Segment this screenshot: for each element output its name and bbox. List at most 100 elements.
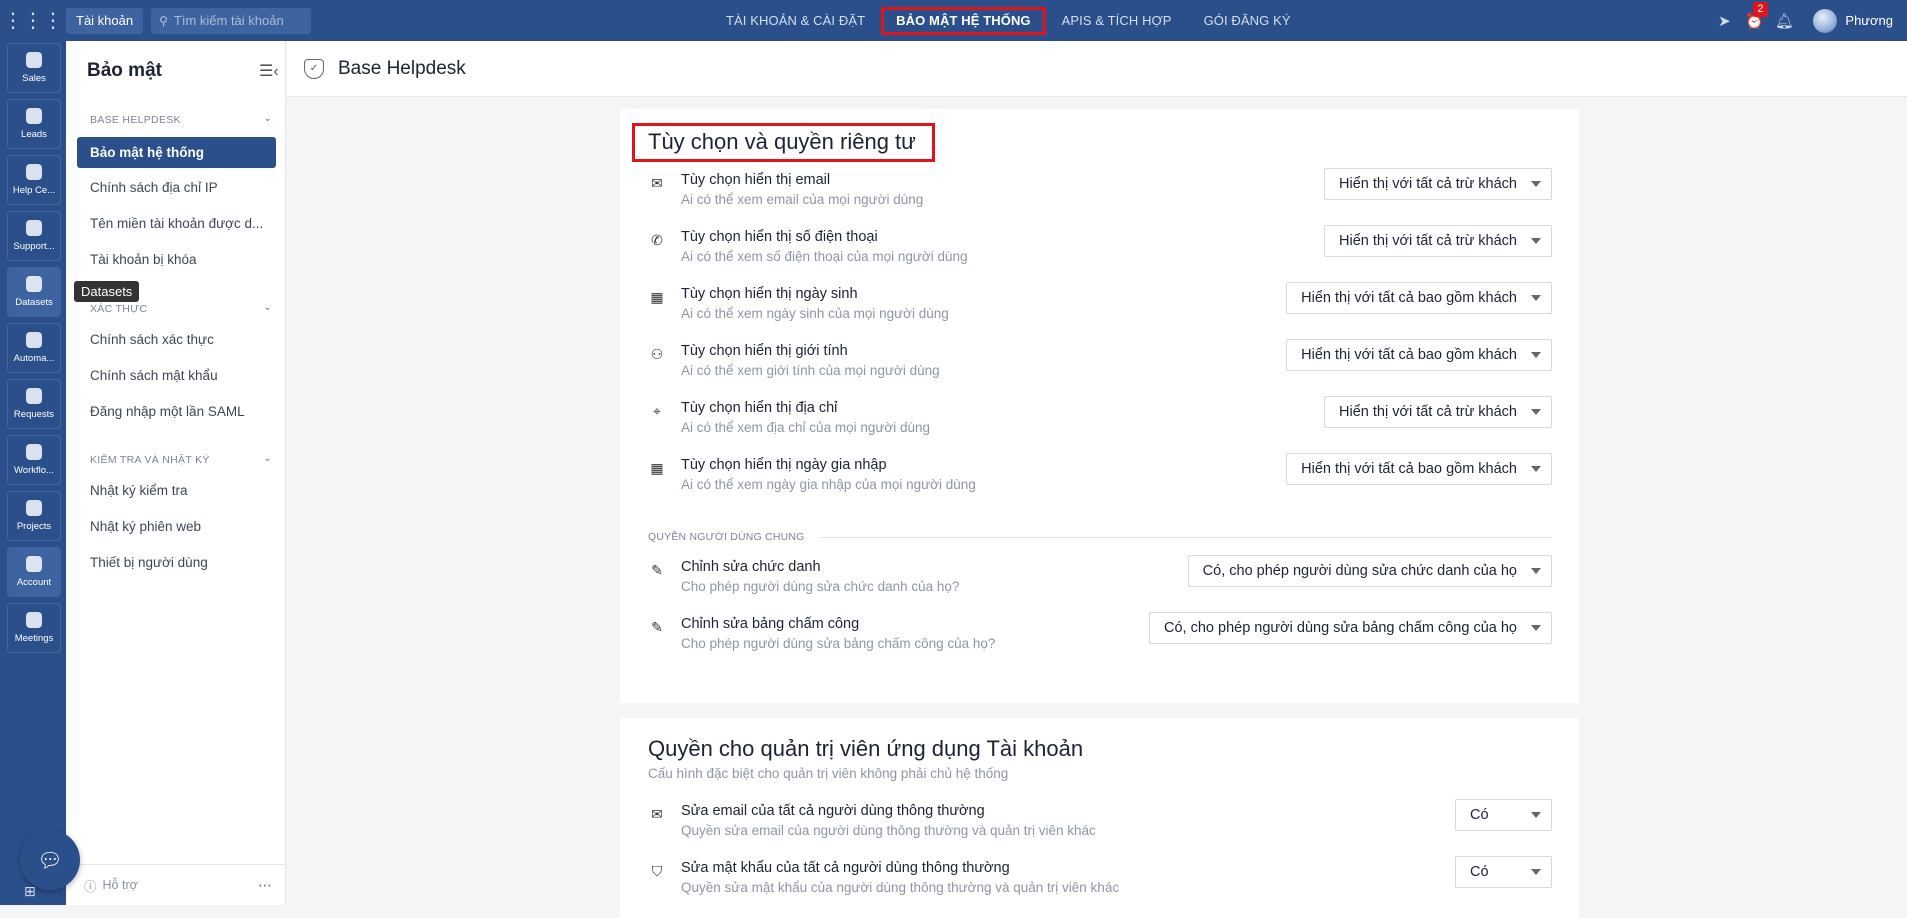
setting-desc: Ai có thể xem email của mọi người dùng: [681, 192, 924, 207]
rail-item-datasets[interactable]: Datasets: [7, 267, 61, 317]
meetings-icon: [26, 612, 42, 628]
setting-label: Chỉnh sửa bảng chấm công: [681, 616, 860, 632]
section-base-helpdesk[interactable]: BASE HELPDESK ⌄: [90, 113, 272, 126]
chevron-down-icon: [1531, 238, 1541, 244]
collapse-sidebar-icon[interactable]: ☰‹: [259, 61, 279, 81]
rail-item-projects[interactable]: Projects: [7, 491, 61, 541]
user-name[interactable]: Phương: [1845, 13, 1893, 28]
rail-item-automation[interactable]: Automa...: [7, 323, 61, 373]
sidebar-item-locked-accounts[interactable]: Tài khoản bị khóa: [77, 244, 276, 275]
rail-label: Leads: [21, 129, 47, 140]
setting-label: Tùy chọn hiển thị email: [681, 172, 831, 188]
support-link[interactable]: Hỗ trợ: [103, 878, 138, 892]
sidebar-item-account-domain[interactable]: Tên miền tài khoản được d...: [77, 208, 276, 239]
workflow-icon: [26, 444, 42, 460]
security-sidebar: Bảo mật ☰‹ BASE HELPDESK ⌄ Bảo mật hệ thố…: [66, 41, 286, 905]
tab-account-settings[interactable]: TÀI KHOẢN & CÀI ĐẶT: [710, 7, 881, 35]
edit-password-select[interactable]: Có: [1455, 856, 1552, 888]
top-right-actions: ➤ ⏰ 2 🔔︎ Phương: [1709, 0, 1907, 41]
rail-label: Meetings: [14, 633, 54, 644]
sidebar-item-ip-policy[interactable]: Chính sách địa chỉ IP: [77, 172, 276, 203]
chevron-down-icon: ⌄: [263, 453, 272, 464]
email-visibility-select[interactable]: Hiển thị với tất cả trừ khách: [1324, 168, 1552, 200]
sidebar-item-password-policy[interactable]: Chính sách mật khẩu: [77, 360, 276, 391]
select-value: Có: [1470, 864, 1489, 880]
chevron-down-icon: ⌄: [263, 302, 272, 313]
sidebar-item-web-session-log[interactable]: Nhật ký phiên web: [77, 511, 276, 542]
setting-desc: Ai có thể xem địa chỉ của mọi người dùng: [681, 420, 931, 435]
address-visibility-select[interactable]: Hiển thị với tất cả trừ khách: [1324, 396, 1552, 428]
select-value: Có: [1470, 807, 1489, 823]
sidebar-item-audit-log[interactable]: Nhật ký kiểm tra: [77, 475, 276, 506]
rail-item-help-center[interactable]: Help Ce...: [7, 155, 61, 205]
admin-permissions-card: Quyền cho quản trị viên ứng dụng Tài kho…: [620, 718, 1579, 918]
sidebar-item-auth-policy[interactable]: Chính sách xác thực: [77, 324, 276, 355]
sidebar-item-saml-sso[interactable]: Đăng nhập một lần SAML: [77, 396, 276, 427]
divider-label: QUYỀN NGƯỜI DÙNG CHUNG: [648, 531, 819, 543]
avatar[interactable]: [1813, 8, 1838, 33]
rail-label: Workflo...: [14, 465, 54, 476]
tab-apis-integrations[interactable]: APIS & TÍCH HỢP: [1046, 7, 1188, 35]
setting-label: Chỉnh sửa chức danh: [681, 559, 821, 575]
select-value: Hiển thị với tất cả bao gồm khách: [1301, 347, 1517, 363]
more-icon[interactable]: ⋯: [258, 877, 272, 894]
chevron-down-icon: [1531, 568, 1541, 574]
setting-row-birthday: ▦ Tùy chọn hiển thị ngày sinh Ai có thể …: [648, 282, 1552, 334]
chat-support-button[interactable]: 💬︎: [20, 830, 80, 890]
apps-grid-icon[interactable]: ⋮⋮⋮: [0, 0, 66, 41]
rail-item-support[interactable]: Support...: [7, 211, 61, 261]
grid-small-icon[interactable]: ⊞: [24, 883, 36, 900]
leads-icon: [26, 108, 42, 124]
select-value: Có, cho phép người dùng sửa bảng chấm cô…: [1164, 620, 1517, 636]
section-authentication[interactable]: XÁC THỰC ⌄: [90, 302, 272, 315]
shield-icon: ⛉: [651, 862, 663, 879]
edit-title-select[interactable]: Có, cho phép người dùng sửa chức danh củ…: [1187, 555, 1552, 587]
rail-item-leads[interactable]: Leads: [7, 99, 61, 149]
sidebar-item-user-devices[interactable]: Thiết bị người dùng: [77, 547, 276, 578]
rail-item-account[interactable]: Account: [7, 547, 61, 597]
calendar-icon: ▦: [650, 288, 664, 305]
section-divider: QUYỀN NGƯỜI DÙNG CHUNG: [648, 531, 1552, 545]
main-header: ✓ Base Helpdesk: [287, 41, 1907, 97]
section-audit-logs[interactable]: KIỂM TRA VÀ NHẬT KÝ ⌄: [90, 453, 272, 466]
rail-item-workflow[interactable]: Workflo...: [7, 435, 61, 485]
bell-icon[interactable]: 🔔︎: [1769, 12, 1799, 30]
user-check-icon: ⚇: [650, 345, 664, 362]
send-icon[interactable]: ➤: [1709, 12, 1739, 30]
section-title: KIỂM TRA VÀ NHẬT KÝ: [90, 454, 210, 466]
chevron-down-icon: [1531, 181, 1541, 187]
rail-item-sales[interactable]: Sales: [7, 43, 61, 93]
search-input[interactable]: [173, 13, 294, 28]
setting-row-join-date: ▦ Tùy chọn hiển thị ngày gia nhập Ai có …: [648, 453, 1552, 505]
section-title: BASE HELPDESK: [90, 114, 181, 126]
birthday-visibility-select[interactable]: Hiển thị với tất cả bao gồm khách: [1286, 282, 1552, 314]
phone-visibility-select[interactable]: Hiển thị với tất cả trừ khách: [1324, 225, 1552, 257]
rail-label: Projects: [16, 521, 52, 532]
setting-desc: Quyền sửa mật khẩu của người dùng thông …: [681, 880, 1120, 895]
sidebar-item-system-security[interactable]: Bảo mật hệ thống: [77, 137, 276, 168]
search-box[interactable]: ⚲: [151, 7, 312, 34]
setting-label: Sửa email của tất cả người dùng thông th…: [681, 803, 985, 819]
setting-desc: Cho phép người dùng sửa bảng chấm công c…: [681, 636, 996, 651]
account-icon: [26, 556, 42, 572]
app-switcher-button[interactable]: Tài khoản: [66, 7, 144, 34]
rail-item-meetings[interactable]: Meetings: [7, 603, 61, 653]
edit-email-select[interactable]: Có: [1455, 799, 1552, 831]
sidebar-title: Bảo mật: [87, 60, 162, 81]
calendar-icon: ▦: [650, 459, 664, 476]
edit-timesheet-select[interactable]: Có, cho phép người dùng sửa bảng chấm cô…: [1149, 612, 1552, 644]
alarm-icon[interactable]: ⏰ 2: [1739, 1, 1769, 30]
tab-subscription[interactable]: GÓI ĐĂNG KÝ: [1188, 7, 1307, 35]
chevron-down-icon: [1531, 295, 1541, 301]
chevron-down-icon: [1531, 869, 1541, 875]
support-icon: [26, 220, 42, 236]
privacy-card: Tùy chọn và quyền riêng tư ✉ Tùy chọn hi…: [620, 109, 1579, 703]
tab-system-security[interactable]: BẢO MẬT HỆ THỐNG: [881, 6, 1046, 35]
gender-visibility-select[interactable]: Hiển thị với tất cả bao gồm khách: [1286, 339, 1552, 371]
join-date-visibility-select[interactable]: Hiển thị với tất cả bao gồm khách: [1286, 453, 1552, 485]
setting-row-edit-password: ⛉ Sửa mật khẩu của tất cả người dùng thô…: [648, 856, 1552, 908]
rail-item-requests[interactable]: Requests: [7, 379, 61, 429]
phone-icon: ✆: [651, 231, 663, 248]
setting-row-edit-timesheet: ✎ Chỉnh sửa bảng chấm công Cho phép ngườ…: [648, 612, 1552, 664]
select-value: Hiển thị với tất cả trừ khách: [1339, 404, 1517, 420]
